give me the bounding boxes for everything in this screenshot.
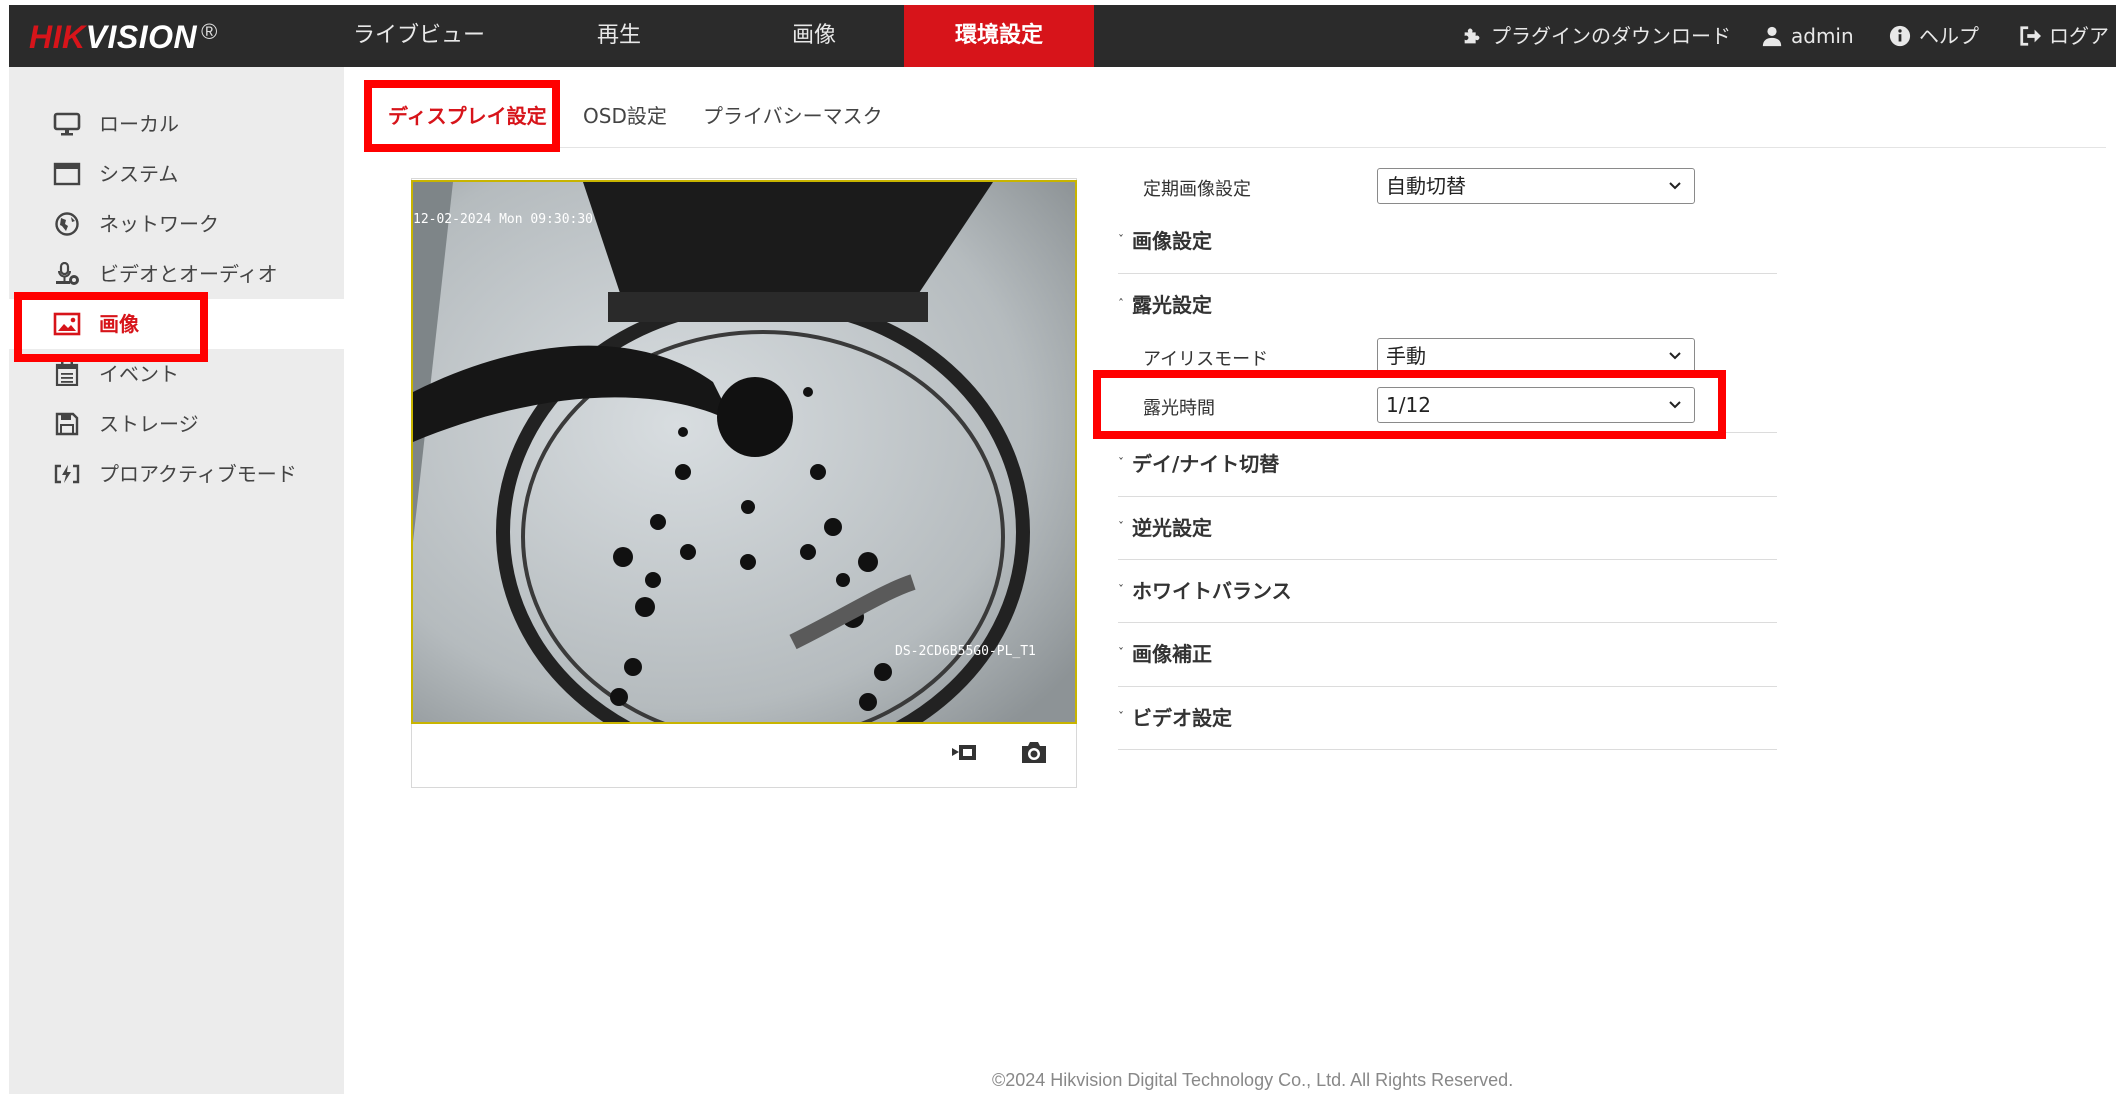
monitor-icon	[53, 112, 81, 136]
section-backlight-label: 逆光設定	[1132, 516, 1212, 540]
sidebar-item-local[interactable]: ローカル	[9, 99, 344, 149]
sidebar-item-proactive-mode[interactable]: プロアクティブモード	[9, 449, 344, 499]
section-image-settings[interactable]: ˇ 画像設定	[1118, 225, 1212, 254]
section-divider	[1118, 559, 1777, 560]
osd-camera-name: DS-2CD6B55G0-PL_T1	[895, 644, 1036, 659]
schedule-image-value: 自動切替	[1386, 174, 1466, 198]
page: HIKVISION ® ライブビュー 再生 画像 環境設定 プラグインのダウンロー…	[0, 0, 2116, 1094]
section-divider	[1118, 686, 1777, 687]
schedule-image-select[interactable]: 自動切替	[1377, 168, 1695, 204]
chevron-down-icon: ˇ	[1118, 710, 1124, 724]
top-nav-bar: HIKVISION ® ライブビュー 再生 画像 環境設定 プラグインのダウンロー…	[9, 5, 2116, 67]
tabs-divider	[366, 147, 2106, 148]
sidebar-item-event[interactable]: イベント	[9, 349, 344, 399]
iris-mode-value: 手動	[1386, 344, 1426, 368]
section-divider	[1118, 622, 1777, 623]
plugin-download-link[interactable]: プラグインのダウンロード	[1461, 5, 1731, 67]
osd-timestamp: 12-02-2024 Mon 09:30:30	[413, 212, 594, 227]
window-icon	[53, 162, 81, 186]
schedule-image-label: 定期画像設定	[1143, 179, 1251, 200]
chevron-down-icon	[1669, 182, 1681, 190]
section-white-balance[interactable]: ˇ ホワイトバランス	[1118, 575, 1292, 604]
section-divider	[1118, 273, 1777, 274]
logo-white-text: VISION	[85, 19, 198, 55]
sidebar-item-label: ローカル	[99, 112, 179, 136]
image-icon	[53, 312, 81, 336]
nav-picture[interactable]: 画像	[739, 5, 889, 67]
chevron-down-icon: ˇ	[1118, 456, 1124, 470]
section-backlight[interactable]: ˇ 逆光設定	[1118, 512, 1212, 541]
chevron-down-icon: ˇ	[1118, 583, 1124, 597]
chevron-down-icon: ˇ	[1118, 646, 1124, 660]
section-video-settings-label: ビデオ設定	[1132, 706, 1232, 730]
section-image-enhancement-label: 画像補正	[1132, 642, 1212, 666]
exposure-time-select[interactable]: 1/12	[1377, 387, 1695, 423]
sidebar-item-label: ネットワーク	[99, 212, 219, 236]
section-exposure-settings[interactable]: ˆ 露光設定	[1118, 289, 1212, 318]
mic-camera-icon	[56, 262, 79, 285]
chevron-down-icon	[1669, 401, 1681, 409]
tab-display-settings[interactable]: ディスプレイ設定	[388, 96, 547, 136]
sidebar-item-storage[interactable]: ストレージ	[9, 399, 344, 449]
logo-red-text: HIK	[29, 19, 86, 55]
username-label: admin	[1791, 24, 1854, 48]
help-label: ヘルプ	[1919, 24, 1979, 48]
chevron-down-icon: ˇ	[1118, 233, 1124, 247]
puzzle-icon	[1464, 28, 1480, 44]
video-record-icon[interactable]	[950, 738, 980, 766]
iris-mode-label: アイリスモード	[1143, 349, 1269, 370]
exposure-time-value: 1/12	[1386, 393, 1431, 417]
section-video-settings[interactable]: ˇ ビデオ設定	[1118, 702, 1232, 731]
tab-privacy-mask[interactable]: プライバシーマスク	[703, 96, 883, 136]
exposure-time-label: 露光時間	[1143, 398, 1215, 419]
section-image-settings-label: 画像設定	[1132, 229, 1212, 253]
user-icon	[1762, 26, 1782, 47]
nav-configuration[interactable]: 環境設定	[904, 5, 1094, 67]
sidebar-item-label: 画像	[99, 312, 139, 336]
section-exposure-settings-label: 露光設定	[1132, 293, 1212, 317]
section-image-enhancement[interactable]: ˇ 画像補正	[1118, 638, 1212, 667]
proactive-icon	[54, 464, 80, 484]
camera-view-image	[413, 182, 1075, 722]
chevron-down-icon: ˇ	[1118, 520, 1124, 534]
chevron-up-icon: ˆ	[1118, 297, 1124, 311]
nav-live-view[interactable]: ライブビュー	[339, 5, 499, 67]
sidebar: ローカル システム ネットワーク ビデオとオーディオ 画像 イベント ストレージ	[9, 67, 344, 1094]
logo-registered-mark: ®	[201, 19, 218, 44]
logout-link[interactable]: ログア	[2019, 5, 2109, 67]
globe-icon	[55, 212, 79, 236]
sidebar-item-label: ストレージ	[99, 412, 199, 436]
sidebar-item-label: システム	[99, 162, 179, 186]
sidebar-item-system[interactable]: システム	[9, 149, 344, 199]
section-day-night[interactable]: ˇ デイ/ナイト切替	[1118, 448, 1279, 477]
hikvision-logo: HIKVISION ®	[29, 19, 218, 56]
info-icon	[1889, 25, 1911, 47]
sidebar-item-network[interactable]: ネットワーク	[9, 199, 344, 249]
logout-icon	[2020, 26, 2041, 46]
plugin-download-label: プラグインのダウンロード	[1491, 24, 1731, 48]
section-divider	[1118, 496, 1777, 497]
camera-icon[interactable]	[1019, 738, 1049, 766]
user-menu[interactable]: admin	[1761, 5, 1854, 67]
tab-osd-settings[interactable]: OSD設定	[583, 96, 667, 136]
sidebar-item-image[interactable]: 画像	[9, 299, 344, 349]
logout-label: ログア	[2049, 24, 2109, 48]
sidebar-item-video-audio[interactable]: ビデオとオーディオ	[9, 249, 344, 299]
section-divider	[1118, 432, 1777, 433]
nav-playback[interactable]: 再生	[549, 5, 689, 67]
floppy-icon	[55, 412, 79, 436]
help-link[interactable]: ヘルプ	[1889, 5, 1979, 67]
sidebar-item-label: イベント	[99, 362, 179, 386]
sidebar-item-label: ビデオとオーディオ	[99, 262, 278, 286]
calendar-icon	[55, 362, 79, 386]
section-day-night-label: デイ/ナイト切替	[1132, 452, 1280, 476]
copyright-footer: ©2024 Hikvision Digital Technology Co., …	[992, 1070, 1514, 1090]
sidebar-item-label: プロアクティブモード	[99, 462, 297, 486]
iris-mode-select[interactable]: 手動	[1377, 338, 1695, 374]
section-divider	[1118, 749, 1777, 750]
section-white-balance-label: ホワイトバランス	[1132, 579, 1292, 603]
chevron-down-icon	[1669, 352, 1681, 360]
live-video-preview[interactable]: 12-02-2024 Mon 09:30:30 DS-2CD6B55G0-PL_…	[411, 180, 1077, 724]
